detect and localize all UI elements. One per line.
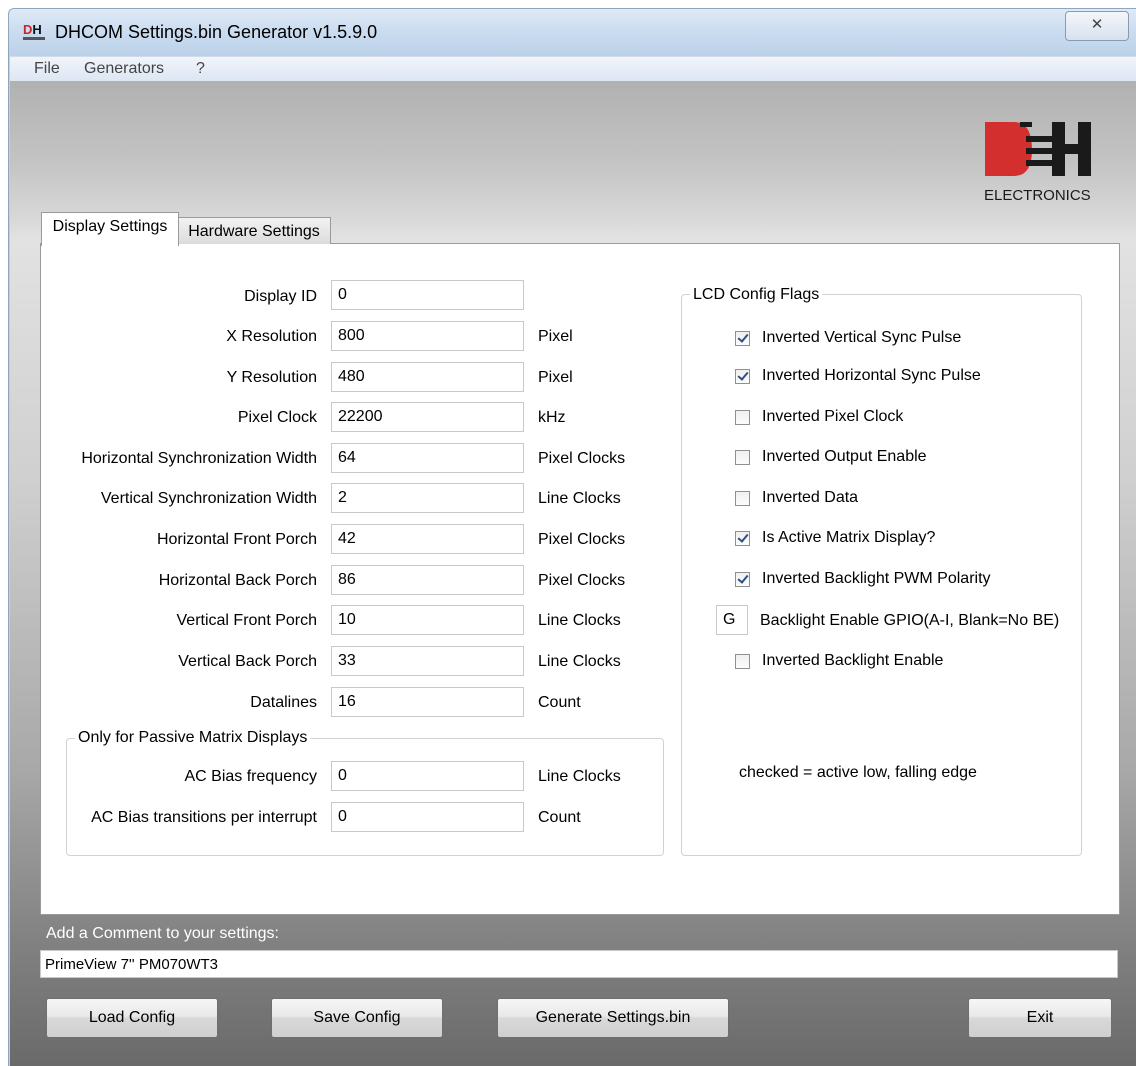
display-id-input[interactable] [331, 280, 524, 310]
backlight-gpio-input[interactable] [716, 605, 748, 635]
vsync-width-input[interactable] [331, 483, 524, 513]
h-front-porch-unit: Pixel Clocks [538, 531, 626, 548]
ac-bias-transitions-input[interactable] [331, 802, 524, 832]
v-back-porch-label: Vertical Back Porch [178, 653, 317, 670]
menu-file[interactable]: File [34, 60, 60, 78]
inverted-backlight-pwm-label: Inverted Backlight PWM Polarity [762, 570, 991, 587]
v-back-porch-input[interactable] [331, 646, 524, 676]
passive-matrix-group [66, 738, 664, 856]
inverted-vertical-sync-label: Inverted Vertical Sync Pulse [762, 329, 962, 346]
lcd-flags-group-title: LCD Config Flags [690, 286, 823, 304]
checkbox-inverted-horizontal-sync[interactable] [735, 369, 750, 384]
x-resolution-unit: Pixel [538, 328, 573, 345]
checkbox-inverted-backlight-enable[interactable] [735, 654, 750, 669]
backlight-gpio-label: Backlight Enable GPIO(A-I, Blank=No BE) [760, 612, 1060, 629]
h-back-porch-label: Horizontal Back Porch [158, 572, 317, 589]
pixel-clock-unit: kHz [538, 409, 566, 426]
x-resolution-label: X Resolution [226, 328, 317, 345]
y-resolution-label: Y Resolution [226, 369, 317, 386]
inverted-output-enable-label: Inverted Output Enable [762, 448, 927, 465]
pixel-clock-label: Pixel Clock [237, 409, 317, 426]
v-front-porch-unit: Line Clocks [538, 612, 621, 629]
checkbox-active-matrix[interactable] [735, 531, 750, 546]
x-resolution-input[interactable] [331, 321, 524, 351]
inverted-backlight-enable-label: Inverted Backlight Enable [762, 652, 944, 669]
title-bar: DH DHCOM Settings.bin Generator v1.5.9.0… [9, 9, 1136, 55]
app-icon: DH [23, 23, 45, 41]
h-front-porch-label: Horizontal Front Porch [156, 531, 317, 548]
comment-input[interactable] [40, 950, 1118, 978]
v-front-porch-input[interactable] [331, 605, 524, 635]
tab-hardware-settings[interactable]: Hardware Settings [177, 217, 331, 244]
menu-generators[interactable]: Generators [84, 60, 164, 78]
exit-button[interactable]: Exit [968, 998, 1112, 1038]
display-id-label: Display ID [244, 288, 317, 305]
pixel-clock-input[interactable] [331, 402, 524, 432]
datalines-label: Datalines [250, 694, 317, 711]
ac-bias-frequency-input[interactable] [331, 761, 524, 791]
v-front-porch-label: Vertical Front Porch [176, 612, 318, 629]
hsync-width-input[interactable] [331, 443, 524, 473]
ac-bias-frequency-label: AC Bias frequency [184, 768, 317, 785]
inverted-horizontal-sync-label: Inverted Horizontal Sync Pulse [762, 367, 981, 384]
dh-logo-icon: ELECTRONICS [984, 122, 1091, 204]
generate-settings-button[interactable]: Generate Settings.bin [497, 998, 729, 1038]
h-front-porch-input[interactable] [331, 524, 524, 554]
logo-text: ELECTRONICS [984, 187, 1091, 204]
active-matrix-label: Is Active Matrix Display? [762, 529, 936, 546]
checkbox-inverted-data[interactable] [735, 491, 750, 506]
tab-display-settings[interactable]: Display Settings [41, 212, 179, 246]
load-config-button[interactable]: Load Config [46, 998, 218, 1038]
tab-label: Hardware Settings [188, 223, 320, 240]
h-back-porch-input[interactable] [331, 565, 524, 595]
datalines-unit: Count [538, 694, 581, 711]
hsync-width-label: Horizontal Synchronization Width [81, 450, 317, 467]
datalines-input[interactable] [331, 687, 524, 717]
flags-note: checked = active low, falling edge [739, 764, 977, 781]
h-back-porch-unit: Pixel Clocks [538, 572, 626, 589]
menu-bar: File Generators ? [10, 56, 1136, 81]
inverted-data-label: Inverted Data [762, 489, 859, 506]
checkbox-inverted-vertical-sync[interactable] [735, 331, 750, 346]
v-back-porch-unit: Line Clocks [538, 653, 621, 670]
ac-bias-transitions-unit: Count [538, 809, 581, 826]
inverted-pixel-clock-label: Inverted Pixel Clock [762, 408, 904, 425]
vsync-width-unit: Line Clocks [538, 490, 621, 507]
close-icon: ✕ [1090, 16, 1104, 33]
company-logo: ELECTRONICS [970, 118, 1102, 208]
tab-label: Display Settings [52, 218, 168, 235]
comment-label: Add a Comment to your settings: [46, 925, 279, 942]
save-config-button[interactable]: Save Config [271, 998, 443, 1038]
vsync-width-label: Vertical Synchronization Width [100, 490, 317, 507]
y-resolution-unit: Pixel [538, 369, 573, 386]
passive-matrix-group-title: Only for Passive Matrix Displays [75, 729, 311, 747]
y-resolution-input[interactable] [331, 362, 524, 392]
window-title: DHCOM Settings.bin Generator v1.5.9.0 [55, 22, 378, 42]
checkbox-inverted-output-enable[interactable] [735, 450, 750, 465]
checkbox-inverted-backlight-pwm[interactable] [735, 572, 750, 587]
checkbox-inverted-pixel-clock[interactable] [735, 410, 750, 425]
close-button[interactable]: ✕ [1065, 11, 1129, 41]
hsync-width-unit: Pixel Clocks [538, 450, 626, 467]
ac-bias-transitions-label: AC Bias transitions per interrupt [91, 809, 317, 826]
ac-bias-frequency-unit: Line Clocks [538, 768, 621, 785]
menu-help[interactable]: ? [196, 60, 205, 78]
